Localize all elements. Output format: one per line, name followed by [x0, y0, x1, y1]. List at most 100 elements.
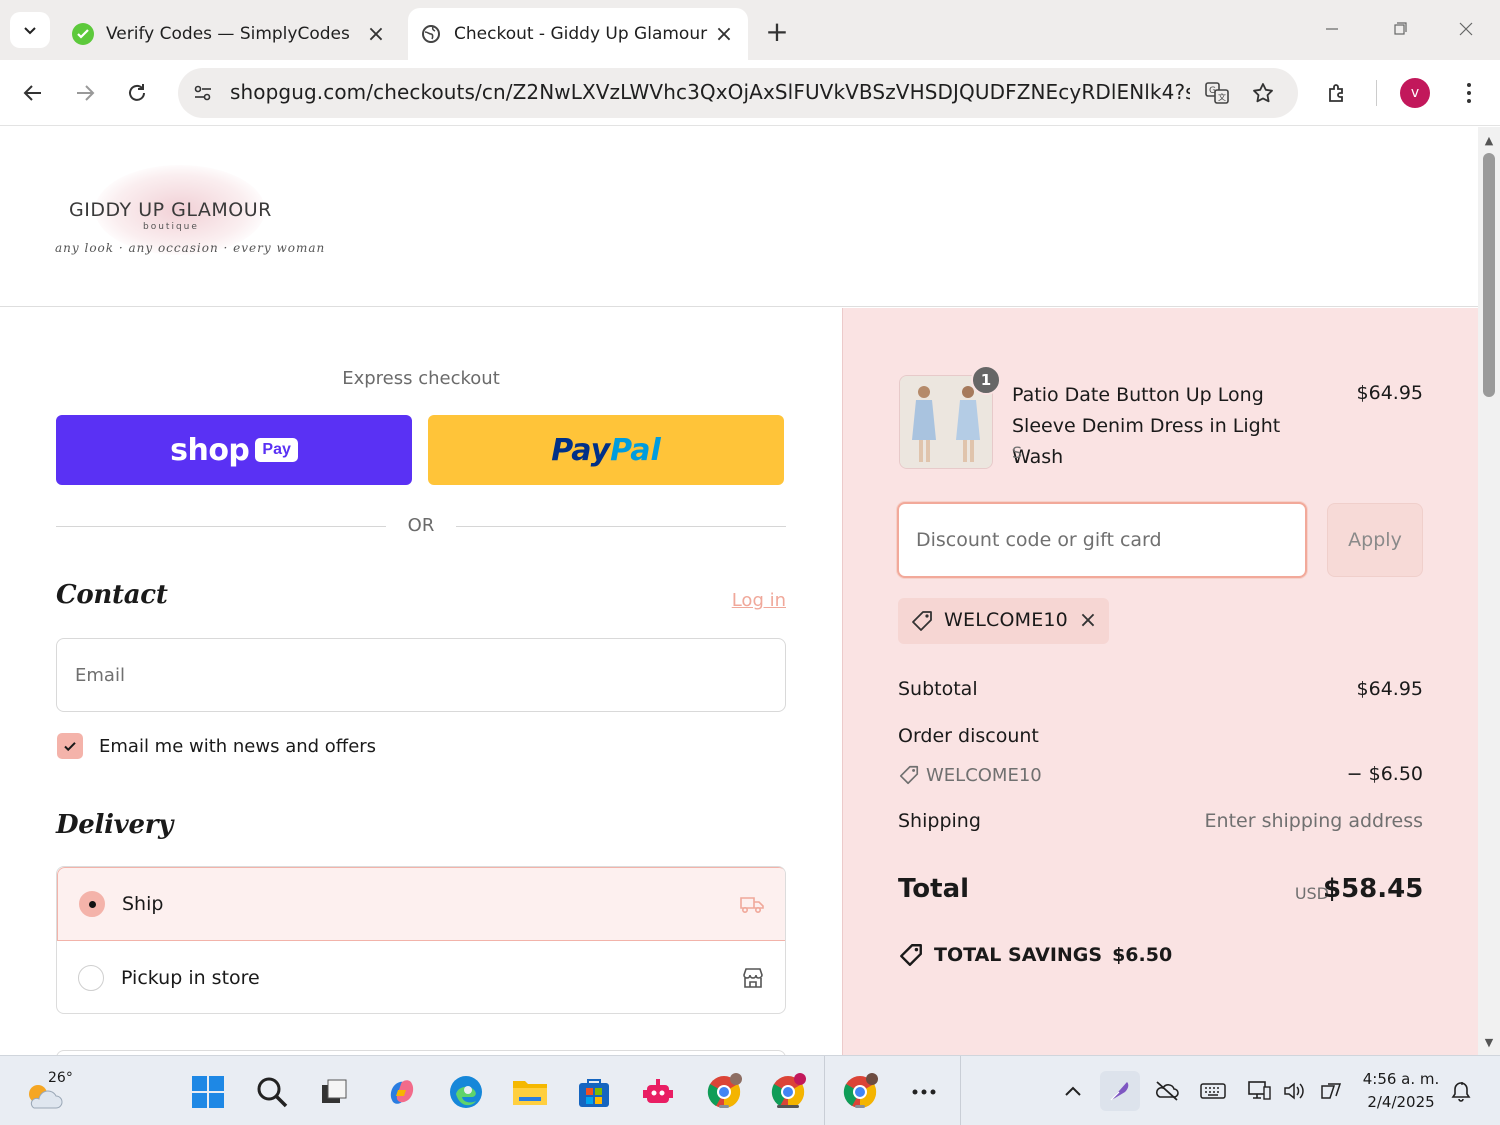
shop-pay-button[interactable]: shop Pay — [56, 415, 412, 485]
apply-discount-button[interactable]: Apply — [1327, 503, 1423, 577]
site-settings-icon[interactable] — [190, 80, 216, 106]
microsoft-store-button[interactable] — [572, 1070, 616, 1114]
new-tab-button[interactable]: + — [760, 14, 794, 48]
taskbar-separator — [824, 1056, 825, 1125]
task-view-button[interactable] — [312, 1070, 356, 1114]
logo-tagline: any look · any occasion · every woman — [55, 241, 326, 255]
remove-discount-icon[interactable]: × — [1076, 608, 1100, 633]
tab-title: Checkout - Giddy Up Glamour Boutique — [454, 24, 712, 44]
search-button[interactable] — [250, 1070, 294, 1114]
discount-value: − $6.50 — [1346, 763, 1423, 785]
delivery-heading: Delivery — [56, 810, 173, 840]
copilot-tray-icon[interactable] — [1316, 1076, 1346, 1106]
login-link[interactable]: Log in — [700, 590, 786, 611]
chrome-profile-1-button[interactable] — [702, 1070, 746, 1114]
show-hidden-icons-button[interactable] — [1058, 1076, 1088, 1106]
newsletter-checkbox[interactable] — [57, 733, 83, 759]
scroll-up-icon[interactable]: ▲ — [1483, 135, 1495, 147]
menu-button[interactable] — [1450, 74, 1488, 112]
notifications-icon[interactable] — [1446, 1076, 1476, 1106]
chrome-profile-2-button[interactable] — [766, 1070, 810, 1114]
close-window-icon[interactable] — [1446, 14, 1486, 44]
product-name: Patio Date Button Up Long Sleeve Denim D… — [1012, 384, 1281, 468]
extensions-button[interactable] — [1318, 74, 1356, 112]
robot-app-button[interactable] — [636, 1070, 680, 1114]
shipping-value: Enter shipping address — [1204, 810, 1423, 832]
keyboard-icon[interactable] — [1198, 1076, 1228, 1106]
store-logo[interactable]: GIDDY UP GLAMOUR boutique any look · any… — [55, 165, 324, 275]
minimize-icon[interactable] — [1312, 14, 1352, 44]
ship-radio[interactable] — [79, 891, 105, 917]
tag-icon — [899, 765, 919, 785]
tag-icon — [900, 944, 922, 966]
bookmark-star-icon[interactable] — [1248, 78, 1278, 108]
arrow-right-icon — [77, 85, 95, 101]
copilot-button[interactable] — [380, 1070, 424, 1114]
arrow-left-icon — [23, 85, 41, 101]
express-checkout-label: Express checkout — [342, 368, 500, 389]
network-icon[interactable] — [1244, 1076, 1274, 1106]
product-price: $64.95 — [1356, 382, 1423, 404]
applied-code-label: WELCOME10 — [944, 609, 1068, 631]
address-bar[interactable]: shopgug.com/checkouts/cn/Z2NwLXVzLWVhc3Q… — [178, 68, 1298, 118]
logo-brand: GIDDY UP GLAMOUR — [69, 199, 272, 221]
forward-button[interactable] — [66, 74, 104, 112]
profile-avatar[interactable]: v — [1400, 78, 1430, 108]
windows-logo-icon — [192, 1076, 224, 1108]
url-text[interactable]: shopgug.com/checkouts/cn/Z2NwLXVzLWVhc3Q… — [230, 80, 1190, 104]
volume-icon[interactable] — [1280, 1076, 1310, 1106]
browser-tab-bar: Verify Codes — SimplyCodes × Checkout - … — [0, 0, 1500, 60]
system-clock[interactable]: 4:56 a. m. 2/4/2025 — [1356, 1068, 1446, 1114]
edge-button[interactable] — [444, 1070, 488, 1114]
checkout-form: Express checkout shop Pay Pay Pal OR Cont… — [0, 308, 842, 1055]
tab-simplycodes[interactable]: Verify Codes — SimplyCodes × — [60, 8, 400, 60]
more-horizontal-icon — [912, 1089, 936, 1095]
divider-line — [56, 526, 386, 527]
clock-time: 4:56 a. m. — [1362, 1070, 1440, 1088]
delivery-option-pickup[interactable]: Pickup in store — [57, 941, 785, 1013]
store-bag-icon — [579, 1079, 609, 1107]
total-label: Total — [898, 874, 970, 904]
toolbar-divider — [1376, 80, 1377, 106]
reload-button[interactable] — [118, 74, 156, 112]
close-tab-icon[interactable]: × — [712, 22, 736, 47]
file-explorer-button[interactable] — [508, 1070, 552, 1114]
paypal-button[interactable]: Pay Pal — [428, 415, 784, 485]
tab-search-button[interactable] — [10, 12, 50, 48]
discount-code-text: WELCOME10 — [926, 764, 1042, 786]
more-vertical-icon — [1467, 83, 1471, 103]
or-divider: OR — [56, 515, 786, 539]
more-apps-button[interactable] — [902, 1070, 946, 1114]
tab-checkout[interactable]: Checkout - Giddy Up Glamour Boutique × — [408, 8, 748, 60]
quantity-badge: 1 — [971, 365, 1001, 395]
onedrive-offline-icon[interactable] — [1152, 1076, 1182, 1106]
close-tab-icon[interactable]: × — [364, 22, 388, 47]
total-currency: USD — [1294, 884, 1329, 903]
weather-widget[interactable]: 26° — [22, 1066, 82, 1116]
reload-icon — [129, 84, 145, 101]
folder-icon — [513, 1081, 547, 1105]
newsletter-label[interactable]: Email me with news and offers — [99, 736, 376, 757]
running-indicator — [855, 1105, 865, 1108]
scrollbar-thumb[interactable] — [1483, 153, 1495, 397]
or-label: OR — [407, 515, 435, 536]
restore-icon[interactable] — [1380, 14, 1420, 44]
page-scrollbar[interactable]: ▲ ▼ — [1478, 127, 1500, 1055]
start-button[interactable] — [186, 1070, 230, 1114]
pen-app-button[interactable] — [1100, 1071, 1140, 1111]
task-view-icon — [322, 1079, 347, 1103]
tag-icon — [912, 611, 932, 631]
checkout-page: GIDDY UP GLAMOUR boutique any look · any… — [0, 127, 1478, 1055]
email-field[interactable] — [56, 638, 786, 712]
pickup-radio[interactable] — [78, 965, 104, 991]
product-variant: S — [1012, 443, 1023, 462]
chrome-profile-3-button[interactable] — [838, 1070, 882, 1114]
scroll-down-icon[interactable]: ▼ — [1483, 1037, 1495, 1049]
back-button[interactable] — [14, 74, 52, 112]
weather-temp: 26° — [48, 1070, 73, 1086]
copilot-icon — [390, 1080, 414, 1104]
logo-sub: boutique — [143, 222, 199, 232]
delivery-option-ship[interactable]: Ship — [57, 867, 785, 941]
translate-icon[interactable]: G文 — [1202, 78, 1232, 108]
discount-code-input[interactable] — [897, 502, 1307, 578]
